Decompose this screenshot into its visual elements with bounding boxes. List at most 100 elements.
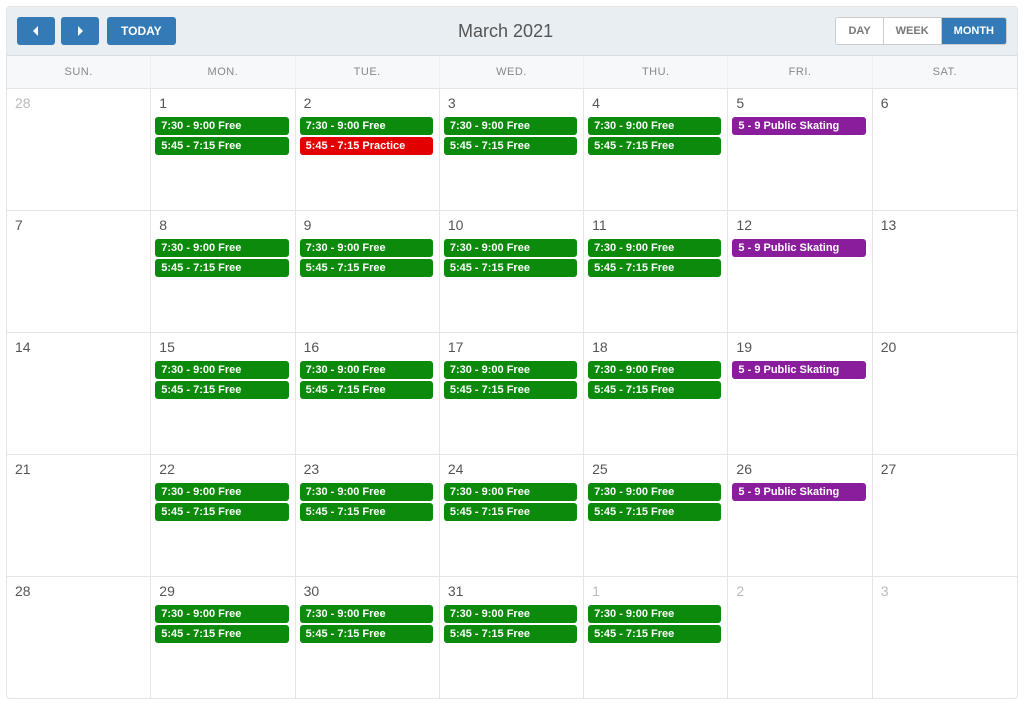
calendar-event[interactable]: 7:30 - 9:00 Free xyxy=(588,483,721,501)
day-number: 8 xyxy=(153,215,292,237)
calendar-event[interactable]: 5:45 - 7:15 Free xyxy=(444,137,577,155)
day-number: 13 xyxy=(875,215,1015,237)
calendar-event[interactable]: 7:30 - 9:00 Free xyxy=(444,361,577,379)
calendar-event[interactable]: 5:45 - 7:15 Free xyxy=(300,381,433,399)
calendar-cell[interactable]: 195 - 9 Public Skating xyxy=(728,332,872,454)
calendar-cell[interactable]: 28 xyxy=(7,88,151,210)
calendar-title: March 2021 xyxy=(184,21,828,42)
calendar-event[interactable]: 7:30 - 9:00 Free xyxy=(588,605,721,623)
calendar-cell[interactable]: 3 xyxy=(873,576,1017,698)
calendar-event[interactable]: 7:30 - 9:00 Free xyxy=(444,483,577,501)
calendar-event[interactable]: 7:30 - 9:00 Free xyxy=(588,117,721,135)
calendar-cell[interactable]: 37:30 - 9:00 Free5:45 - 7:15 Free xyxy=(440,88,584,210)
calendar-event[interactable]: 5:45 - 7:15 Free xyxy=(588,259,721,277)
calendar-event[interactable]: 7:30 - 9:00 Free xyxy=(155,605,288,623)
day-number: 24 xyxy=(442,459,581,481)
day-number: 28 xyxy=(9,93,148,115)
calendar-event[interactable]: 5:45 - 7:15 Free xyxy=(444,259,577,277)
calendar-cell[interactable]: 25 7:30 - 9:00 Free 5:45 - 7:15 Free xyxy=(584,454,728,576)
calendar-cell[interactable]: 8 7:30 - 9:00 Free 5:45 - 7:15 Free xyxy=(151,210,295,332)
view-week-button[interactable]: WEEK xyxy=(884,18,942,44)
calendar-cell[interactable]: 47:30 - 9:00 Free5:45 - 7:15 Free xyxy=(584,88,728,210)
calendar-cell[interactable]: 6 xyxy=(873,88,1017,210)
calendar-event[interactable]: 5:45 - 7:15 Free xyxy=(155,381,288,399)
day-number: 25 xyxy=(586,459,725,481)
calendar-event[interactable]: 5:45 - 7:15 Free xyxy=(444,503,577,521)
calendar-event[interactable]: 5:45 - 7:15 Free xyxy=(588,625,721,643)
calendar-event[interactable]: 5:45 - 7:15 Free xyxy=(155,625,288,643)
day-headers: SUN.MON.TUE.WED.THU.FRI.SAT. xyxy=(7,56,1017,88)
calendar-event[interactable]: 7:30 - 9:00 Free xyxy=(588,361,721,379)
calendar-event[interactable]: 5:45 - 7:15 Free xyxy=(444,625,577,643)
calendar-cell[interactable]: 12 5 - 9 Public Skating xyxy=(728,210,872,332)
day-number: 2 xyxy=(730,581,869,603)
day-number: 29 xyxy=(153,581,292,603)
calendar-event[interactable]: 5:45 - 7:15 Free xyxy=(155,503,288,521)
calendar-event[interactable]: 7:30 - 9:00 Free xyxy=(300,117,433,135)
calendar: TODAY March 2021 DAY WEEK MONTH SUN.MON.… xyxy=(6,6,1018,699)
calendar-event[interactable]: 5 - 9 Public Skating xyxy=(732,117,865,135)
calendar-event[interactable]: 5:45 - 7:15 Free xyxy=(588,381,721,399)
calendar-cell[interactable]: 107:30 - 9:00 Free5:45 - 7:15 Free xyxy=(440,210,584,332)
calendar-cell[interactable]: 227:30 - 9:00 Free5:45 - 7:15 Free xyxy=(151,454,295,576)
calendar-cell[interactable]: 13 xyxy=(873,210,1017,332)
calendar-event[interactable]: 5 - 9 Public Skating xyxy=(732,239,865,257)
day-header: SAT. xyxy=(873,56,1017,88)
calendar-event[interactable]: 5:45 - 7:15 Free xyxy=(155,259,288,277)
calendar-cell[interactable]: 29 7:30 - 9:00 Free 5:45 - 7:15 Free xyxy=(151,576,295,698)
calendar-cell[interactable]: 157:30 - 9:00 Free5:45 - 7:15 Free xyxy=(151,332,295,454)
calendar-cell[interactable]: 20 xyxy=(873,332,1017,454)
calendar-cell[interactable]: 17 7:30 - 9:00 Free 5:45 - 7:15 Free xyxy=(440,332,584,454)
calendar-cell[interactable]: 237:30 - 9:00 Free5:45 - 7:15 Free xyxy=(296,454,440,576)
calendar-cell[interactable]: 21 xyxy=(7,454,151,576)
calendar-event[interactable]: 5:45 - 7:15 Free xyxy=(155,137,288,155)
calendar-event[interactable]: 7:30 - 9:00 Free xyxy=(155,483,288,501)
today-button[interactable]: TODAY xyxy=(107,17,176,45)
calendar-event[interactable]: 5:45 - 7:15 Free xyxy=(444,381,577,399)
calendar-event[interactable]: 7:30 - 9:00 Free xyxy=(444,117,577,135)
calendar-event[interactable]: 7:30 - 9:00 Free xyxy=(155,361,288,379)
day-number: 7 xyxy=(9,215,148,237)
calendar-cell[interactable]: 307:30 - 9:00 Free5:45 - 7:15 Free xyxy=(296,576,440,698)
day-header: THU. xyxy=(584,56,728,88)
calendar-event[interactable]: 7:30 - 9:00 Free xyxy=(155,239,288,257)
view-month-button[interactable]: MONTH xyxy=(942,18,1006,44)
calendar-event[interactable]: 5:45 - 7:15 Free xyxy=(300,503,433,521)
calendar-cell[interactable]: 24 7:30 - 9:00 Free 5:45 - 7:15 Free xyxy=(440,454,584,576)
prev-button[interactable] xyxy=(17,17,55,45)
calendar-event[interactable]: 7:30 - 9:00 Free xyxy=(300,605,433,623)
calendar-cell[interactable]: 317:30 - 9:00 Free5:45 - 7:15 Free xyxy=(440,576,584,698)
calendar-event[interactable]: 7:30 - 9:00 Free xyxy=(444,605,577,623)
view-day-button[interactable]: DAY xyxy=(836,18,883,44)
next-button[interactable] xyxy=(61,17,99,45)
calendar-cell[interactable]: 117:30 - 9:00 Free5:45 - 7:15 Free xyxy=(584,210,728,332)
calendar-event[interactable]: 5:45 - 7:15 Free xyxy=(300,259,433,277)
calendar-event[interactable]: 5 - 9 Public Skating xyxy=(732,361,865,379)
calendar-event[interactable]: 5:45 - 7:15 Practice xyxy=(300,137,433,155)
calendar-event[interactable]: 5:45 - 7:15 Free xyxy=(588,137,721,155)
calendar-cell[interactable]: 17:30 - 9:00 Free5:45 - 7:15 Free xyxy=(151,88,295,210)
calendar-cell[interactable]: 55 - 9 Public Skating xyxy=(728,88,872,210)
day-number: 12 xyxy=(730,215,869,237)
calendar-cell[interactable]: 17:30 - 9:00 Free5:45 - 7:15 Free xyxy=(584,576,728,698)
calendar-cell[interactable]: 187:30 - 9:00 Free5:45 - 7:15 Free xyxy=(584,332,728,454)
calendar-cell[interactable]: 97:30 - 9:00 Free5:45 - 7:15 Free xyxy=(296,210,440,332)
calendar-event[interactable]: 7:30 - 9:00 Free xyxy=(444,239,577,257)
calendar-cell[interactable]: 167:30 - 9:00 Free5:45 - 7:15 Free xyxy=(296,332,440,454)
calendar-event[interactable]: 7:30 - 9:00 Free xyxy=(300,361,433,379)
calendar-event[interactable]: 5:45 - 7:15 Free xyxy=(300,625,433,643)
calendar-cell[interactable]: 2 xyxy=(728,576,872,698)
calendar-cell[interactable]: 265 - 9 Public Skating xyxy=(728,454,872,576)
calendar-event[interactable]: 5:45 - 7:15 Free xyxy=(588,503,721,521)
calendar-cell[interactable]: 28 xyxy=(7,576,151,698)
calendar-event[interactable]: 7:30 - 9:00 Free xyxy=(300,483,433,501)
calendar-cell[interactable]: 27:30 - 9:00 Free5:45 - 7:15 Practice xyxy=(296,88,440,210)
calendar-event[interactable]: 7:30 - 9:00 Free xyxy=(300,239,433,257)
calendar-event[interactable]: 7:30 - 9:00 Free xyxy=(588,239,721,257)
calendar-event[interactable]: 7:30 - 9:00 Free xyxy=(155,117,288,135)
day-number: 17 xyxy=(442,337,581,359)
calendar-cell[interactable]: 7 xyxy=(7,210,151,332)
calendar-cell[interactable]: 27 xyxy=(873,454,1017,576)
calendar-event[interactable]: 5 - 9 Public Skating xyxy=(732,483,865,501)
calendar-cell[interactable]: 14 xyxy=(7,332,151,454)
